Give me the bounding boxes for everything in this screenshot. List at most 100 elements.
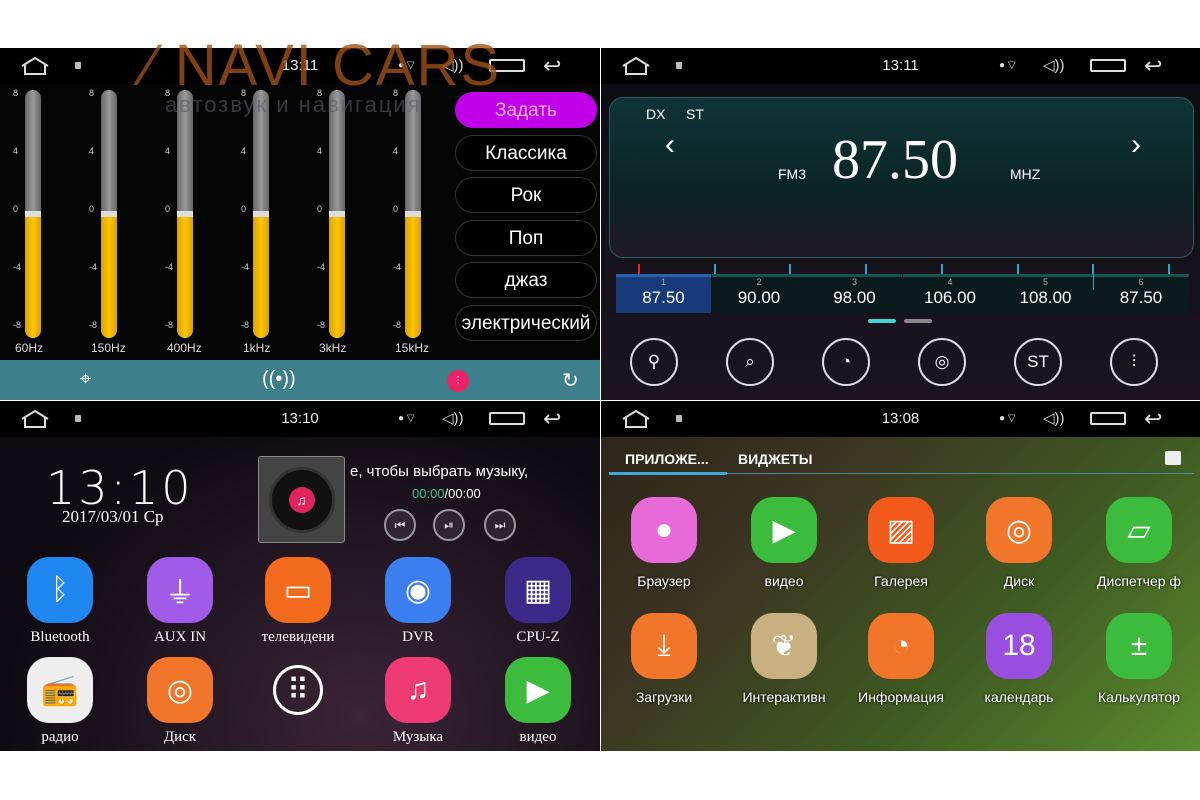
scale-label: 8 bbox=[393, 88, 399, 98]
scale-label: 8 bbox=[317, 88, 323, 98]
eq-slider-400Hz[interactable] bbox=[177, 90, 193, 338]
stereo-button[interactable]: ST bbox=[1014, 338, 1062, 386]
gallery-icon: ▨ bbox=[868, 497, 934, 563]
eq-slider-knob[interactable] bbox=[101, 211, 117, 217]
app-CPU-Z[interactable]: ▦ CPU-Z bbox=[483, 557, 593, 646]
app-DVR[interactable]: ◉ DVR bbox=[363, 557, 473, 646]
preset-button[interactable]: электрический bbox=[455, 304, 597, 341]
eq-slider-knob[interactable] bbox=[25, 211, 41, 217]
frequency-display: DX ST ‹ › FM3 87.50 MHZ bbox=[609, 97, 1194, 290]
preset-button[interactable]: Рок bbox=[455, 177, 597, 213]
preset-button[interactable]: джаз bbox=[455, 262, 597, 298]
signal-button[interactable]: ◔ bbox=[822, 338, 870, 386]
preset-3[interactable]: 3 98.00 bbox=[807, 274, 902, 313]
app-Bluetooth[interactable]: ᛒ Bluetooth bbox=[5, 557, 115, 646]
reset-icon[interactable]: ↻ bbox=[562, 368, 579, 393]
app-label: Браузер bbox=[637, 573, 691, 589]
app-календарь[interactable]: 18 календарь bbox=[964, 613, 1074, 705]
preset-number: 3 bbox=[851, 277, 857, 287]
app-Интерактивн[interactable]: ❦ Интерактивн bbox=[729, 613, 839, 705]
preset-4[interactable]: 4 106.00 bbox=[902, 274, 998, 313]
preset-button[interactable]: Задать bbox=[455, 92, 597, 128]
scale-label: -8 bbox=[393, 320, 402, 330]
album-art[interactable]: ♫ bbox=[258, 456, 345, 543]
app-label: Интерактивн bbox=[742, 689, 826, 705]
app-видео[interactable]: ▶ видео bbox=[483, 657, 593, 746]
page-dot-active[interactable] bbox=[868, 319, 896, 323]
tab-apps[interactable]: ПРИЛОЖЕ... bbox=[625, 451, 709, 467]
back-icon[interactable]: ↩ bbox=[543, 53, 561, 79]
app-Калькулятор[interactable]: ± Калькулятор bbox=[1084, 613, 1194, 705]
status-bar: 13:11 ● ▽ ◁)) ↩ bbox=[601, 48, 1200, 84]
cpu-icon: ▦ bbox=[505, 557, 571, 623]
volume-icon[interactable]: ◁)) bbox=[442, 409, 464, 427]
app-Галерея[interactable]: ▨ Галерея bbox=[846, 497, 956, 589]
multiwindow-icon[interactable] bbox=[1090, 412, 1126, 425]
preset-number: 6 bbox=[1138, 277, 1144, 287]
search-icon: ⚲ bbox=[647, 352, 661, 371]
eq-slider-1kHz[interactable] bbox=[253, 90, 269, 338]
search-button[interactable]: ⚲ bbox=[630, 338, 678, 386]
preset-frequency: 98.00 bbox=[833, 288, 876, 307]
scale-label: -8 bbox=[317, 320, 326, 330]
app-Диск[interactable]: ◎ Диск bbox=[125, 657, 235, 746]
scale-label: -8 bbox=[241, 320, 250, 330]
multiwindow-icon[interactable] bbox=[489, 59, 525, 72]
live-wallpaper-icon: ❦ bbox=[751, 613, 817, 679]
preset-button[interactable]: Поп bbox=[455, 219, 597, 256]
app-Загрузки[interactable]: ⤓ Загрузки bbox=[609, 613, 719, 705]
store-icon[interactable] bbox=[1165, 451, 1181, 465]
preset-5[interactable]: 5 108.00 bbox=[998, 274, 1093, 313]
eq-slider-3kHz[interactable] bbox=[329, 90, 345, 338]
preset-1[interactable]: 1 87.50 bbox=[616, 274, 711, 313]
preset-2[interactable]: 2 90.00 bbox=[711, 274, 807, 313]
back-icon[interactable]: ↩ bbox=[1144, 53, 1162, 79]
band-label: 400Hz bbox=[167, 341, 202, 355]
app-all-apps[interactable]: ⠿ bbox=[243, 657, 353, 715]
eq-slider-knob[interactable] bbox=[177, 211, 193, 217]
preset-frequency: 87.50 bbox=[642, 288, 685, 307]
eq-slider-150Hz[interactable] bbox=[101, 90, 117, 338]
scale-label: -4 bbox=[89, 262, 98, 272]
next-station-button[interactable]: › bbox=[1131, 128, 1141, 162]
eq-slider-knob[interactable] bbox=[405, 211, 421, 217]
surround-icon[interactable]: ((•)) bbox=[262, 368, 296, 391]
app-AUX IN[interactable]: ⏚ AUX IN bbox=[125, 557, 235, 646]
scale-label: 0 bbox=[317, 204, 323, 214]
scale-label: 4 bbox=[317, 146, 323, 156]
back-icon[interactable]: ↩ bbox=[543, 406, 561, 432]
app-видео[interactable]: ▶ видео bbox=[729, 497, 839, 589]
volume-icon[interactable]: ◁)) bbox=[442, 56, 464, 74]
app-Музыка[interactable]: ♫ Музыка bbox=[363, 657, 473, 746]
volume-icon[interactable]: ◁)) bbox=[1043, 409, 1065, 427]
play-pause-button[interactable]: ⏯ bbox=[433, 509, 465, 541]
eq-slider-15kHz[interactable] bbox=[405, 90, 421, 338]
app-Браузер[interactable]: ● Браузер bbox=[609, 497, 719, 589]
app-телевидени[interactable]: ▭ телевидени bbox=[243, 557, 353, 646]
crosshair-icon[interactable]: ⌖ bbox=[80, 368, 91, 391]
back-icon[interactable]: ↩ bbox=[1144, 406, 1162, 432]
preset-6[interactable]: 6 87.50 bbox=[1093, 274, 1189, 313]
scan-save-button[interactable]: ⌕ bbox=[726, 338, 774, 386]
volume-icon[interactable]: ◁)) bbox=[1043, 56, 1065, 74]
eq-slider-60Hz[interactable] bbox=[25, 90, 41, 338]
equalizer-button[interactable]: ⫶ bbox=[1110, 338, 1158, 386]
app-радио[interactable]: 📻 радио bbox=[5, 657, 115, 746]
app-Диск[interactable]: ◎ Диск bbox=[964, 497, 1074, 589]
frequency-value: 87.50 bbox=[832, 129, 958, 191]
music-note-icon: ♫ bbox=[288, 486, 315, 513]
local-distance-button[interactable]: ◎ bbox=[918, 338, 966, 386]
next-track-button[interactable]: ⏭ bbox=[484, 509, 516, 541]
tab-widgets[interactable]: ВИДЖЕТЫ bbox=[738, 451, 812, 467]
app-Диспетчер ф[interactable]: ▱ Диспетчер ф bbox=[1084, 497, 1194, 589]
equalizer-icon[interactable]: ⫶ bbox=[447, 370, 469, 392]
previous-track-button[interactable]: ⏮ bbox=[384, 509, 416, 541]
page-dot[interactable] bbox=[904, 319, 932, 323]
eq-slider-knob[interactable] bbox=[329, 211, 345, 217]
eq-slider-knob[interactable] bbox=[253, 211, 269, 217]
multiwindow-icon[interactable] bbox=[489, 412, 525, 425]
app-Информация[interactable]: ◔ Информация bbox=[846, 613, 956, 705]
prev-station-button[interactable]: ‹ bbox=[665, 128, 675, 162]
multiwindow-icon[interactable] bbox=[1090, 59, 1126, 72]
preset-button[interactable]: Классика bbox=[455, 134, 597, 171]
